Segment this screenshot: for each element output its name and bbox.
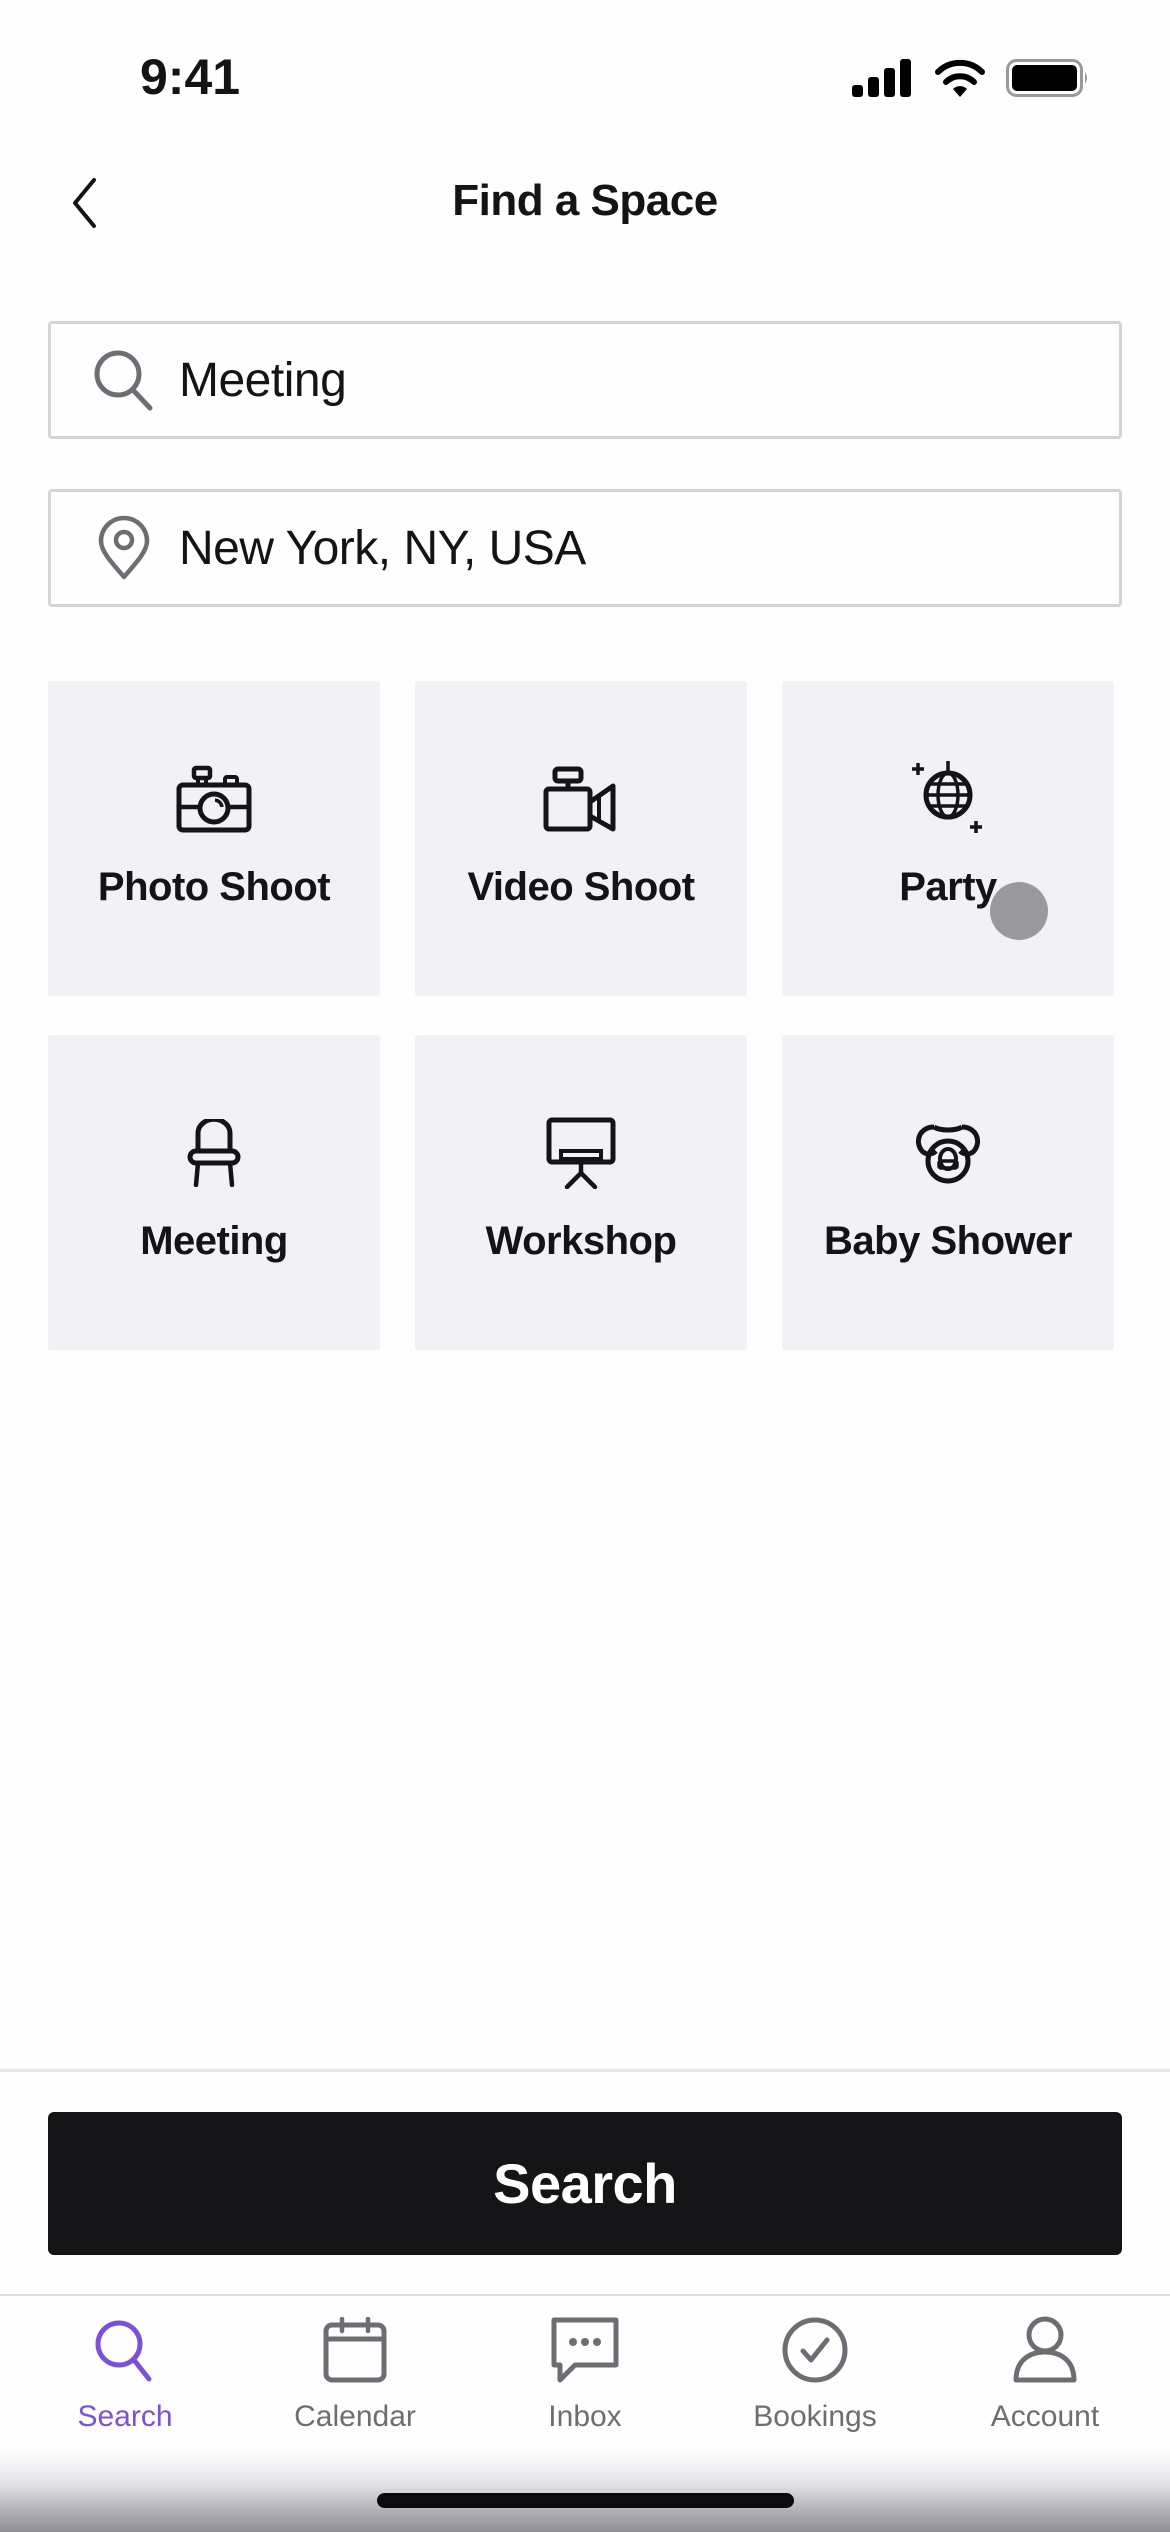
- category-label: Workshop: [485, 1219, 677, 1263]
- tab-label: Account: [990, 2400, 1100, 2433]
- home-indicator[interactable]: [377, 2493, 794, 2508]
- tab-search[interactable]: Search: [25, 2296, 225, 2446]
- chat-bubble-icon: [545, 2314, 625, 2386]
- camera-icon: [169, 759, 259, 839]
- category-tile-video-shoot[interactable]: Video Shoot: [415, 681, 747, 996]
- video-camera-icon: [536, 759, 626, 839]
- search-button[interactable]: Search: [48, 2112, 1122, 2255]
- home-area-gradient: [0, 2450, 1170, 2532]
- status-icons: [852, 56, 1090, 100]
- category-grid: Photo Shoot Video Shoot Party Meeting Wo…: [48, 681, 1114, 1350]
- location-value: New York, NY, USA: [179, 521, 586, 575]
- status-time: 9:41: [140, 49, 241, 105]
- category-label: Meeting: [140, 1219, 288, 1263]
- cellular-signal-icon: [852, 59, 914, 97]
- touch-indicator: [990, 882, 1048, 940]
- chair-icon: [169, 1113, 259, 1193]
- tab-calendar[interactable]: Calendar: [255, 2296, 455, 2446]
- location-input[interactable]: New York, NY, USA: [48, 489, 1122, 607]
- check-circle-icon: [775, 2314, 855, 2386]
- category-label: Video Shoot: [467, 865, 695, 909]
- tab-bookings[interactable]: Bookings: [715, 2296, 915, 2446]
- presentation-board-icon: [536, 1113, 626, 1193]
- category-tile-photo-shoot[interactable]: Photo Shoot: [48, 681, 380, 996]
- disco-ball-icon: [903, 759, 993, 839]
- tab-label: Bookings: [753, 2400, 877, 2433]
- wifi-icon: [934, 59, 986, 97]
- calendar-icon: [315, 2314, 395, 2386]
- category-tile-party[interactable]: Party: [782, 681, 1114, 996]
- tab-label: Calendar: [294, 2400, 416, 2433]
- search-query-value: Meeting: [179, 353, 347, 407]
- category-label: Photo Shoot: [97, 865, 331, 909]
- search-query-input[interactable]: Meeting: [48, 321, 1122, 439]
- divider: [0, 2069, 1170, 2072]
- search-icon: [85, 2314, 165, 2386]
- tab-account[interactable]: Account: [945, 2296, 1145, 2446]
- search-icon: [89, 345, 159, 415]
- category-tile-workshop[interactable]: Workshop: [415, 1035, 747, 1350]
- location-pin-icon: [89, 513, 159, 583]
- person-icon: [1005, 2314, 1085, 2386]
- tab-bar: Search Calendar Inbox Bookings Account: [0, 2296, 1170, 2446]
- category-tile-meeting[interactable]: Meeting: [48, 1035, 380, 1350]
- category-label: Baby Shower: [824, 1219, 1072, 1263]
- category-tile-baby-shower[interactable]: Baby Shower: [782, 1035, 1114, 1350]
- pacifier-icon: [903, 1113, 993, 1193]
- tab-label: Search: [77, 2400, 173, 2433]
- page-title: Find a Space: [452, 176, 718, 225]
- category-label: Party: [899, 865, 997, 909]
- battery-icon: [1006, 58, 1090, 98]
- tab-label: Inbox: [548, 2400, 622, 2433]
- tab-inbox[interactable]: Inbox: [485, 2296, 685, 2446]
